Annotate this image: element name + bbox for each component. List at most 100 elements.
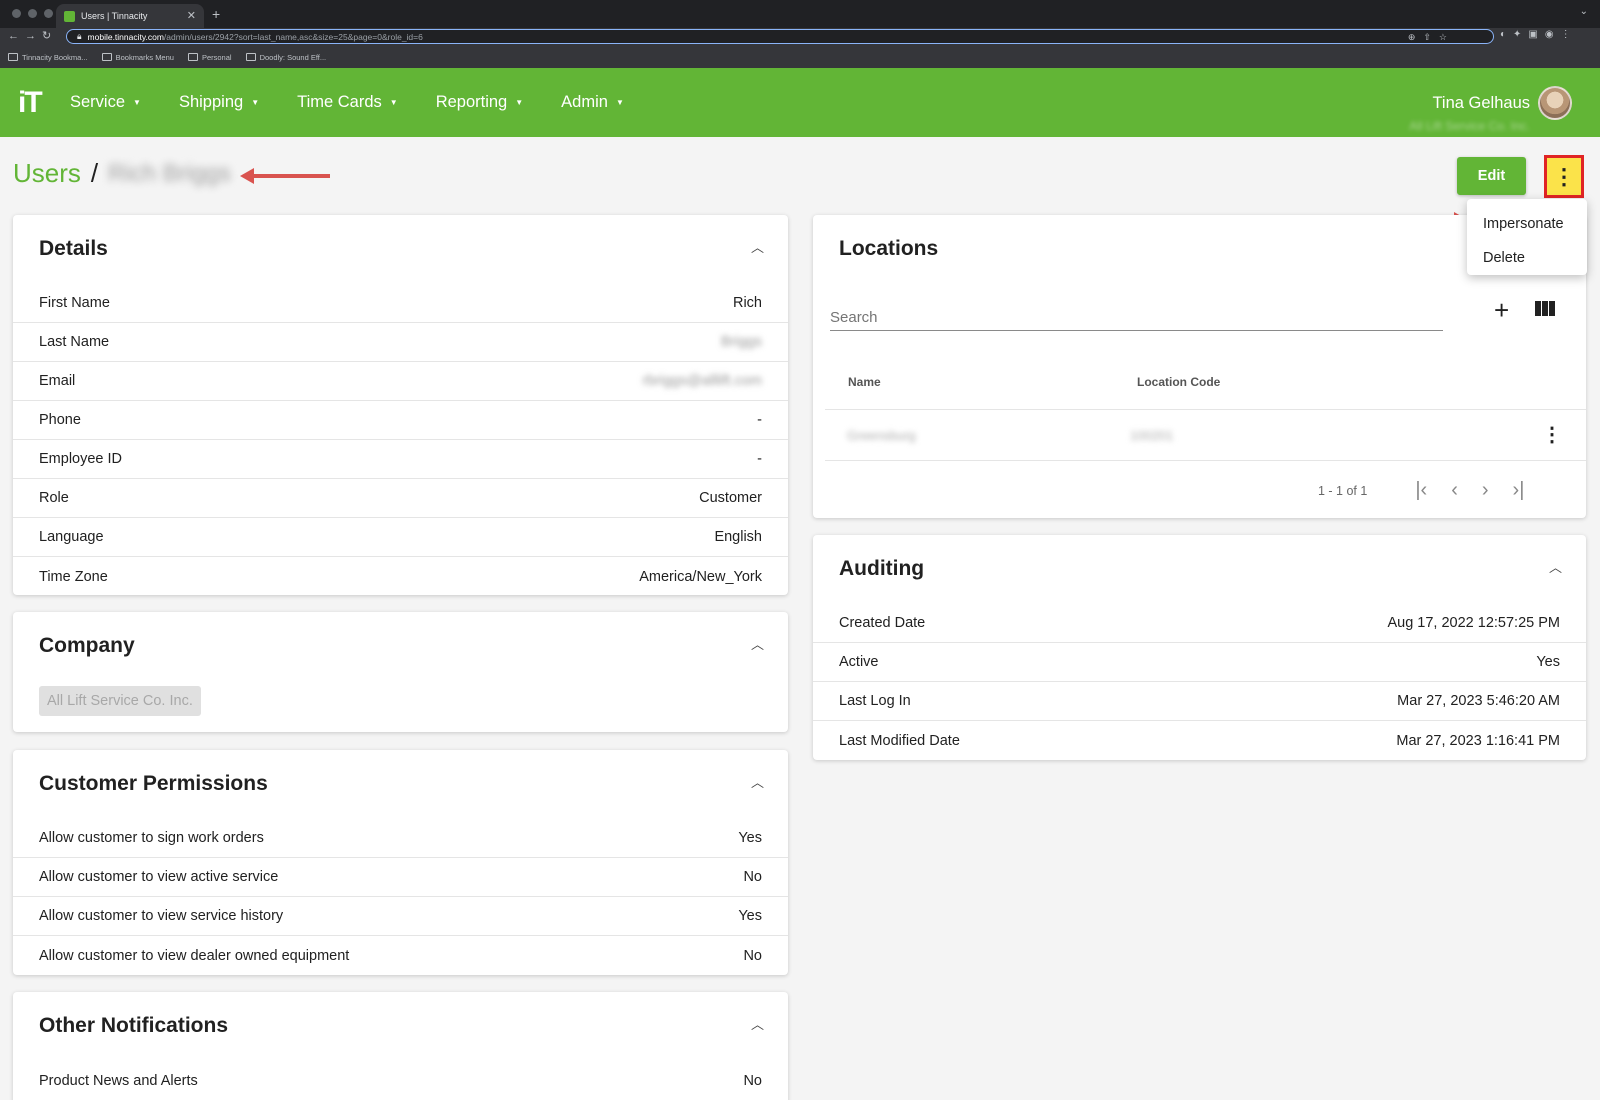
nav-reporting[interactable]: Reporting ▼ [436, 93, 523, 112]
customer-permissions-card: Customer Permissions ︿ Allow customer to… [13, 750, 788, 975]
app-logo[interactable]: iT [18, 86, 43, 120]
more-vert-icon: ⋮ [1553, 163, 1575, 189]
permission-row: Allow customer to sign work orders Yes [13, 819, 788, 858]
bookmark-item[interactable]: Tinnacity Bookma... [8, 53, 88, 62]
user-company: All Lift Service Co. Inc. [1409, 119, 1530, 133]
extension-icons[interactable]: ◐✦▣◉⋮ [1500, 29, 1578, 40]
nav-shipping[interactable]: Shipping ▼ [179, 93, 259, 112]
avatar[interactable] [1538, 86, 1572, 120]
app-header: iT Service ▼ Shipping ▼ Time Cards ▼ Report… [0, 68, 1600, 137]
favicon-icon [64, 10, 75, 22]
detail-row: First Name Rich [13, 284, 788, 323]
folder-icon [8, 53, 18, 61]
first-page-icon[interactable]: |‹ [1415, 479, 1427, 502]
locations-table-header: Name Location Code [848, 375, 1220, 389]
audit-row: Created Date Aug 17, 2022 12:57:25 PM [813, 604, 1586, 643]
company-title: Company [39, 634, 135, 657]
folder-icon [187, 53, 198, 61]
prev-page-icon[interactable]: ‹ [1451, 479, 1458, 502]
detail-row: Last Name Briggs [13, 323, 788, 362]
row-more-icon[interactable]: ⋮ [1542, 422, 1562, 447]
details-title: Details [39, 237, 108, 260]
audit-row: Last Modified Date Mar 27, 2023 1:16:41 P… [839, 732, 1560, 749]
detail-row: Email rbriggs@alllift.com [13, 362, 788, 401]
chevron-up-icon[interactable]: ︿ [751, 1014, 764, 1033]
chevron-up-icon[interactable]: ︿ [751, 237, 764, 256]
browser-tab[interactable]: Users | Tinnacity ✕ [56, 4, 204, 28]
caret-down-icon: ▼ [389, 98, 398, 107]
nav-time-cards[interactable]: Time Cards ▼ [297, 93, 398, 112]
url-host: mobile.tinnacity.com [87, 31, 164, 42]
tab-search-icon[interactable]: ⌄ [1580, 6, 1588, 17]
lock-icon: 🔒︎ [77, 31, 82, 41]
column-header-location-code[interactable]: Location Code [1137, 375, 1220, 389]
browser-nav-buttons[interactable]: ←→↻ [8, 29, 57, 42]
user-menu[interactable]: Tina Gelhaus All Lift Service Co. Inc. [1409, 94, 1530, 133]
locations-title: Locations [839, 237, 939, 260]
add-location-icon[interactable]: + [1494, 295, 1509, 326]
breadcrumb: Users / Rich Briggs [13, 158, 231, 189]
address-bar[interactable]: 🔒︎ mobile.tinnacity.com /admin/users/294… [66, 29, 1494, 44]
breadcrumb-separator: / [90, 158, 99, 188]
company-card: Company ︿ All Lift Service Co. Inc. [13, 612, 788, 732]
notification-row: Product News and Alerts No [39, 1072, 762, 1089]
last-page-icon[interactable]: ›| [1513, 479, 1525, 502]
locations-search-input[interactable]: Search [830, 305, 1443, 331]
caret-down-icon: ▼ [133, 98, 141, 107]
close-tab-icon[interactable]: ✕ [187, 9, 196, 22]
menu-item-delete[interactable]: Delete [1467, 241, 1587, 275]
detail-row: Role Customer [13, 479, 788, 518]
detail-row: Phone - [13, 401, 788, 440]
auditing-title: Auditing [839, 557, 925, 580]
more-options-button[interactable]: ⋮ [1544, 155, 1584, 198]
chevron-up-icon[interactable]: ︿ [751, 772, 764, 791]
company-chip: All Lift Service Co. Inc. [39, 686, 201, 716]
detail-row: Employee ID - [13, 440, 788, 479]
column-header-name[interactable]: Name [848, 375, 1137, 389]
omnibox-icons[interactable]: ⊕⇧☆ [1408, 32, 1455, 43]
permission-row: Allow customer to view active service No [13, 858, 788, 897]
chevron-up-icon[interactable]: ︿ [1549, 557, 1562, 576]
folder-icon [101, 53, 112, 61]
bookmark-item[interactable]: Bookmarks Menu [101, 53, 174, 62]
tab-title: Users | Tinnacity [81, 11, 148, 21]
breadcrumb-users-link[interactable]: Users [13, 158, 81, 189]
more-options-menu: Impersonate Delete [1467, 199, 1587, 275]
other-notifications-card: Other Notifications ︿ Product News and A… [13, 992, 788, 1100]
audit-row: Last Log In Mar 27, 2023 5:46:20 AM [813, 682, 1586, 721]
tab-strip: Users | Tinnacity ✕ + ⌄ [0, 0, 1600, 28]
bookmark-item[interactable]: Doodly: Sound Eff... [245, 53, 326, 62]
bookmarks-bar: Tinnacity Bookma... Bookmarks Menu Perso… [0, 48, 1600, 66]
caret-down-icon: ▼ [251, 98, 260, 107]
pagination-range: 1 - 1 of 1 [1318, 483, 1368, 498]
auditing-card: Auditing ︿ Created Date Aug 17, 2022 12:5… [813, 535, 1586, 760]
nav-service[interactable]: Service ▼ [70, 93, 141, 112]
pagination: 1 - 1 of 1 |‹ ‹ › ›| [1318, 479, 1524, 502]
audit-row: Active Yes [813, 643, 1586, 682]
permission-row: Allow customer to view dealer owned equi… [39, 947, 762, 964]
bookmark-item[interactable]: Personal [187, 53, 232, 62]
details-card: Details ︿ First Name Rich Last Name Briggs… [13, 215, 788, 595]
notifications-title: Other Notifications [39, 1014, 229, 1037]
edit-button[interactable]: Edit [1457, 157, 1526, 195]
main-nav: Service ▼ Shipping ▼ Time Cards ▼ Reporting… [70, 68, 662, 137]
permissions-title: Customer Permissions [39, 772, 268, 795]
permission-row: Allow customer to view service history Ye… [13, 897, 788, 936]
url-path: /admin/users/2942?sort=last_name,asc&siz… [163, 31, 423, 42]
window-controls[interactable] [12, 9, 53, 18]
nav-admin[interactable]: Admin ▼ [561, 93, 624, 112]
detail-row: Language English [13, 518, 788, 557]
new-tab-icon[interactable]: + [212, 6, 220, 22]
menu-item-impersonate[interactable]: Impersonate [1467, 207, 1587, 241]
location-name: Greensburg [847, 428, 916, 443]
table-row[interactable]: Greensburg 100201 ⋮ [825, 409, 1586, 461]
chevron-up-icon[interactable]: ︿ [751, 634, 764, 653]
caret-down-icon: ▼ [515, 98, 524, 107]
page-icon [245, 53, 256, 61]
user-name: Tina Gelhaus [1432, 94, 1530, 112]
caret-down-icon: ▼ [615, 98, 624, 107]
detail-row: Time Zone America/New_York [39, 568, 762, 585]
next-page-icon[interactable]: › [1482, 479, 1489, 502]
browser-toolbar: ←→↻ 🔒︎ mobile.tinnacity.com /admin/users… [0, 28, 1600, 46]
columns-icon[interactable] [1535, 301, 1555, 316]
